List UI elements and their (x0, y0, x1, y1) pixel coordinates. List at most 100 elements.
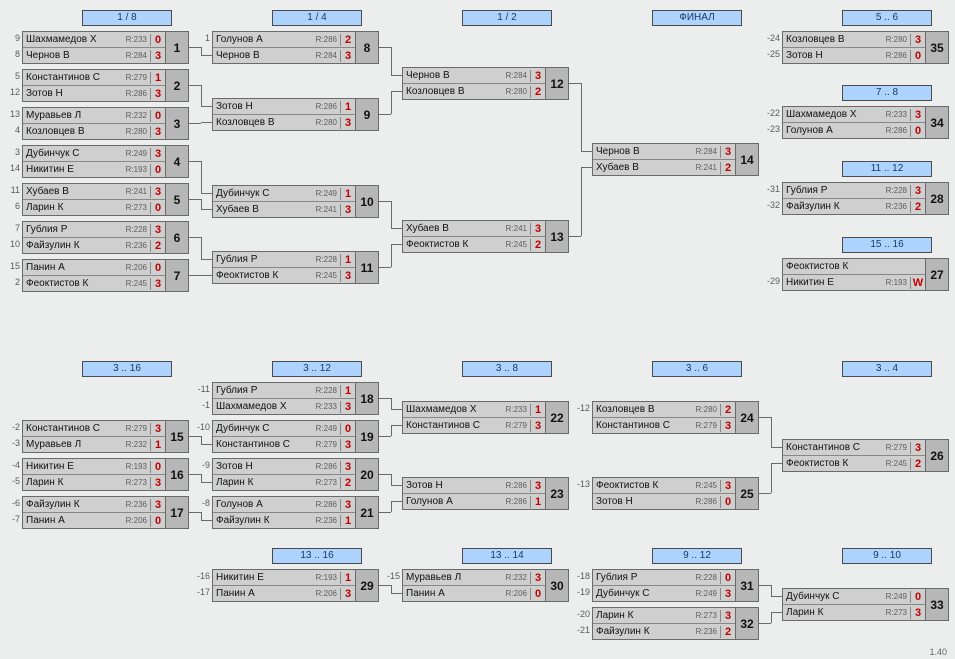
player-rating: R:279 (886, 443, 910, 452)
player-score: 3 (910, 442, 925, 454)
player-rating: R:206 (316, 589, 340, 598)
player-score: 3 (150, 224, 165, 236)
match-id: 8 (355, 32, 378, 63)
player-score: 3 (150, 278, 165, 290)
player-score: 3 (340, 117, 355, 129)
connector-line (391, 485, 403, 486)
connector-line (201, 47, 202, 55)
player-name: Панин А (213, 588, 316, 599)
player-row: Никитин ЕR:1931 (213, 570, 355, 586)
player-name: Константинов С (593, 420, 696, 431)
player-rating: R:228 (316, 386, 340, 395)
player-name: Козловцев В (23, 126, 126, 137)
connector-line (379, 474, 391, 475)
player-rating: R:273 (126, 203, 150, 212)
connector-line (189, 436, 201, 437)
player-name: Муравьев Л (23, 110, 126, 121)
match-id: 33 (925, 589, 948, 620)
seed-number: -5 (2, 476, 20, 486)
match-id: 22 (545, 402, 568, 433)
player-name: Голунов А (213, 34, 316, 45)
player-rating: R:233 (886, 110, 910, 119)
player-rating: R:206 (126, 263, 150, 272)
player-score: 3 (720, 480, 735, 492)
player-rating: R:249 (126, 149, 150, 158)
connector-line (391, 75, 403, 76)
round-header: ФИНАЛ (652, 10, 742, 26)
player-score: 3 (150, 186, 165, 198)
match-box: Козловцев ВR:2803Зотов НR:286035 (782, 31, 949, 64)
player-score: 3 (150, 499, 165, 511)
player-score: 0 (910, 125, 925, 137)
player-score: 0 (150, 262, 165, 274)
connector-line (759, 417, 771, 418)
player-name: Козловцев В (593, 404, 696, 415)
seed-number: 8 (2, 49, 20, 59)
connector-line (201, 259, 213, 260)
player-score: 2 (530, 239, 545, 251)
player-rating: R:273 (886, 608, 910, 617)
seed-number: -22 (762, 108, 780, 118)
seed-number: -31 (762, 184, 780, 194)
connector-line (391, 201, 392, 228)
connector-line (189, 199, 201, 200)
match-box: Дубинчук СR:2490Константинов СR:279319 (212, 420, 379, 453)
player-rating: R:279 (126, 424, 150, 433)
connector-line (189, 123, 201, 124)
seed-number: 15 (2, 261, 20, 271)
connector-line (581, 167, 593, 168)
player-name: Зотов Н (23, 88, 126, 99)
player-row: Козловцев ВR:2803 (213, 115, 355, 130)
connector-line (771, 596, 783, 597)
player-rating: R:280 (696, 405, 720, 414)
connector-line (569, 236, 581, 237)
player-score: 1 (340, 188, 355, 200)
match-box: Константинов СR:2793Муравьев ЛR:232115 (22, 420, 189, 453)
match-box: Дубинчук СR:2490Ларин КR:273333 (782, 588, 949, 621)
match-box: Голунов АR:2862Чернов ВR:28438 (212, 31, 379, 64)
match-box: Муравьев ЛR:2323Панин АR:206030 (402, 569, 569, 602)
match-box: Феоктистов КНикитин ЕR:193W27 (782, 258, 949, 291)
match-box: Зотов НR:2863Голунов АR:286123 (402, 477, 569, 510)
player-rating: R:286 (506, 481, 530, 490)
player-row: Файзулин КR:2362 (23, 238, 165, 253)
player-score: 0 (720, 496, 735, 508)
round-header: 3 .. 16 (82, 361, 172, 377)
connector-line (379, 267, 391, 268)
player-rating: R:245 (696, 481, 720, 490)
match-id: 26 (925, 440, 948, 471)
player-rating: R:249 (886, 592, 910, 601)
player-rating: R:286 (316, 500, 340, 509)
player-score: 3 (910, 607, 925, 619)
player-score: 2 (530, 86, 545, 98)
player-score: 0 (150, 461, 165, 473)
player-name: Хубаев В (403, 223, 506, 234)
player-row: Константинов СR:2793 (23, 421, 165, 437)
match-id: 14 (735, 144, 758, 175)
connector-line (581, 151, 593, 152)
player-rating: R:249 (316, 424, 340, 433)
player-name: Голунов А (213, 499, 316, 510)
player-score: 0 (150, 110, 165, 122)
connector-line (391, 91, 403, 92)
match-id: 12 (545, 68, 568, 99)
match-box: Голунов АR:2863Файзулин КR:236121 (212, 496, 379, 529)
player-score: 2 (720, 162, 735, 174)
player-name: Файзулин К (593, 626, 696, 637)
match-id: 24 (735, 402, 758, 433)
seed-number: -4 (2, 460, 20, 470)
player-row: Шахмамедов ХR:2331 (403, 402, 545, 418)
player-rating: R:228 (696, 573, 720, 582)
seed-number: 12 (2, 87, 20, 97)
player-name: Константинов С (783, 442, 886, 453)
round-header: 13 .. 16 (272, 548, 362, 564)
player-score: 1 (150, 439, 165, 451)
match-id: 11 (355, 252, 378, 283)
player-rating: R:241 (126, 187, 150, 196)
player-row: Файзулин КR:2362 (593, 624, 735, 639)
player-name: Чернов В (403, 70, 506, 81)
player-score: 2 (340, 477, 355, 489)
player-rating: R:284 (316, 51, 340, 60)
connector-line (771, 447, 783, 448)
match-id: 9 (355, 99, 378, 130)
